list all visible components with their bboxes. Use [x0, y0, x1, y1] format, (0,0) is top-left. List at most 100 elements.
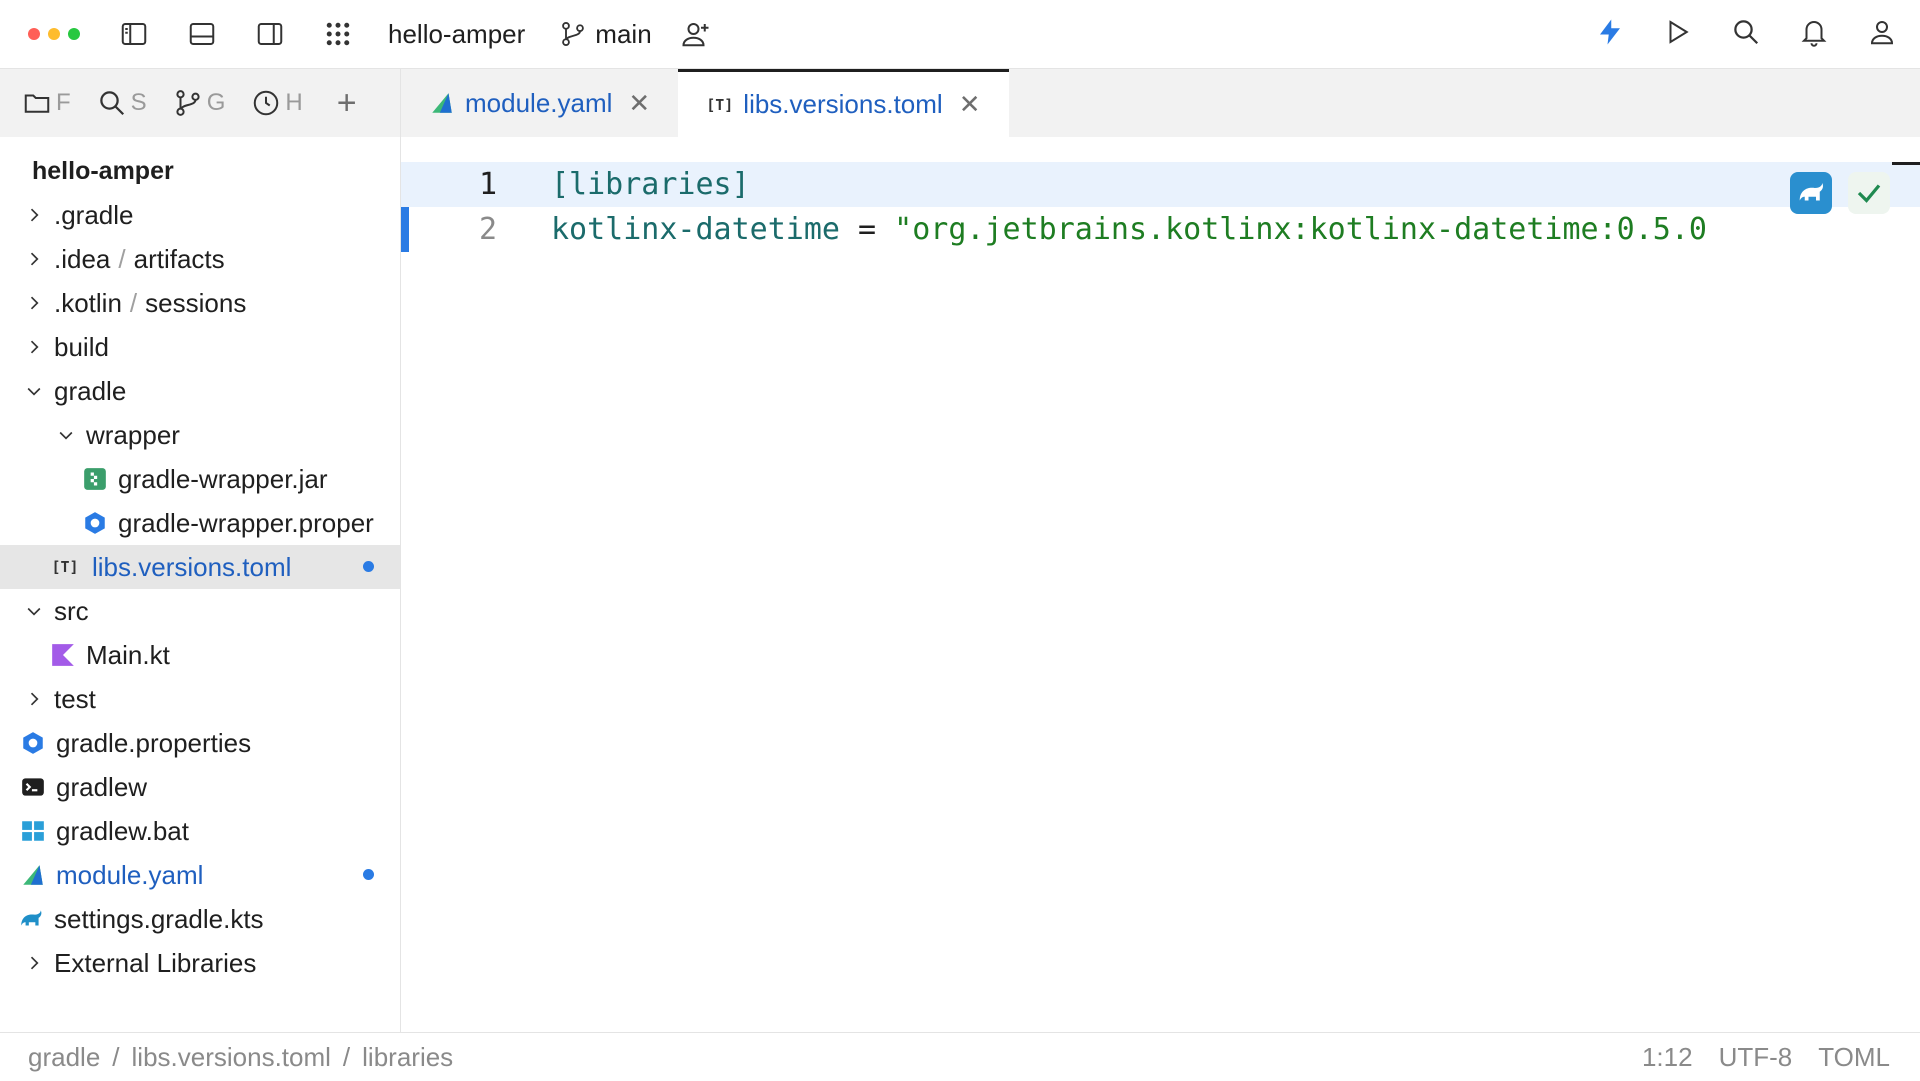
chevron-right-icon[interactable] [22, 335, 46, 359]
tree-item-test[interactable]: test [0, 677, 400, 721]
close-window-button[interactable] [28, 28, 40, 40]
branch-icon [562, 21, 585, 47]
tree-item-dot-gradle[interactable]: .gradle [0, 193, 400, 237]
properties-icon [20, 730, 46, 756]
chevron-right-icon[interactable] [22, 291, 46, 315]
cursor-position[interactable]: 1:12 [1642, 1042, 1693, 1073]
properties-icon [82, 510, 108, 536]
status-bar: gradle / libs.versions.toml / libraries … [0, 1032, 1920, 1081]
breadcrumb: gradle / libs.versions.toml / libraries [28, 1042, 453, 1073]
lightning-icon[interactable] [1592, 14, 1628, 50]
scrollbar-marker[interactable] [1892, 162, 1920, 165]
chevron-down-icon[interactable] [22, 379, 46, 403]
tree-item-settings-gradle-kts[interactable]: settings.gradle.kts [0, 897, 400, 941]
tree-item-wrapper[interactable]: wrapper [0, 413, 400, 457]
project-tree: hello-amper .gradle .idea / artifacts .kot… [0, 149, 400, 985]
history-icon [254, 90, 279, 116]
window-controls [28, 28, 80, 40]
breadcrumb-separator: / [112, 1041, 120, 1072]
line-number: 2 [478, 212, 497, 247]
tree-item-gradlew[interactable]: gradlew [0, 765, 400, 809]
chevron-down-icon[interactable] [22, 599, 46, 623]
folder-icon [24, 94, 50, 113]
chevron-down-icon[interactable] [54, 423, 78, 447]
search-icon [99, 91, 124, 116]
amper-icon [20, 862, 46, 888]
sidebar-tab-search[interactable]: S [97, 88, 147, 118]
sidebar-tab-history[interactable]: H [251, 88, 303, 118]
user-icon[interactable] [1864, 14, 1900, 50]
search-icon[interactable] [1728, 14, 1764, 50]
title-bar: hello-amper main [0, 0, 1920, 69]
branch-name: main [595, 18, 652, 49]
gradle-sync-icon[interactable] [1790, 172, 1832, 214]
code-line[interactable]: 2 kotlinx-datetime = "org.jetbrains.kotl… [401, 207, 1920, 252]
editor-inspection-badges [1790, 172, 1890, 214]
sidebar-tab-files[interactable]: F [22, 88, 71, 118]
sidebar-right-icon[interactable] [252, 16, 288, 52]
gradle-elephant-icon [18, 906, 44, 932]
chevron-right-icon[interactable] [22, 687, 46, 711]
code-text: [libraries] [551, 167, 750, 202]
file-language[interactable]: TOML [1818, 1042, 1890, 1073]
tree-item-gradlew-bat[interactable]: gradlew.bat [0, 809, 400, 853]
add-user-icon[interactable] [678, 16, 714, 52]
sidebar-tabs: F S G H + [0, 69, 400, 137]
grid-icon[interactable] [320, 16, 356, 52]
bell-icon[interactable] [1796, 14, 1832, 50]
tree-item-dot-idea[interactable]: .idea / artifacts [0, 237, 400, 281]
chevron-right-icon[interactable] [22, 247, 46, 271]
kotlin-icon [50, 642, 76, 668]
tree-item-dot-kotlin[interactable]: .kotlin / sessions [0, 281, 400, 325]
run-icon[interactable] [1660, 14, 1696, 50]
line-number: 1 [478, 167, 497, 202]
chevron-right-icon[interactable] [22, 203, 46, 227]
modified-dot [363, 869, 374, 880]
branch-selector[interactable]: main [559, 18, 652, 50]
toml-icon: [T] [51, 558, 79, 576]
editor-tab-libs-versions-toml[interactable]: [T] libs.versions.toml ✕ [678, 69, 1009, 137]
check-icon[interactable] [1848, 172, 1890, 214]
editor-tab-bar: module.yaml ✕ [T] libs.versions.toml ✕ [401, 69, 1920, 137]
tree-item-external-libraries[interactable]: External Libraries [0, 941, 400, 985]
terminal-icon [20, 774, 46, 800]
file-encoding[interactable]: UTF-8 [1719, 1042, 1793, 1073]
tree-root[interactable]: hello-amper [0, 149, 400, 193]
toml-equals: = [839, 212, 895, 247]
amper-icon [432, 93, 452, 113]
zoom-window-button[interactable] [68, 28, 80, 40]
project-name[interactable]: hello-amper [388, 19, 525, 50]
jar-icon [82, 466, 108, 492]
sidebar-tab-git[interactable]: G [173, 88, 225, 118]
git-icon [176, 90, 200, 116]
tree-item-src[interactable]: src [0, 589, 400, 633]
breadcrumb-item[interactable]: gradle [28, 1042, 100, 1073]
tree-item-module-yaml[interactable]: module.yaml [0, 853, 400, 897]
tree-item-libs-versions-toml[interactable]: [T] libs.versions.toml [0, 545, 400, 589]
tree-item-build[interactable]: build [0, 325, 400, 369]
tree-item-gradle-wrapper-jar[interactable]: gradle-wrapper.jar [0, 457, 400, 501]
breadcrumb-item[interactable]: libraries [362, 1042, 453, 1073]
code-line[interactable]: 1 [libraries] [401, 162, 1920, 207]
close-icon[interactable]: ✕ [959, 89, 981, 120]
panel-bottom-icon[interactable] [184, 16, 220, 52]
code-editor[interactable]: 1 [libraries] 2 kotlinx-datetime = "org.… [401, 138, 1920, 1032]
breadcrumb-separator: / [342, 1041, 351, 1072]
sidebar-left-icon[interactable] [116, 16, 152, 52]
editor-tab-module-yaml[interactable]: module.yaml ✕ [401, 69, 678, 137]
breadcrumb-item[interactable]: libs.versions.toml [132, 1042, 331, 1073]
close-icon[interactable]: ✕ [628, 88, 650, 119]
chevron-right-icon[interactable] [22, 951, 46, 975]
tree-item-gradle[interactable]: gradle [0, 369, 400, 413]
toml-icon: [T] [706, 95, 734, 114]
minimize-window-button[interactable] [48, 28, 60, 40]
tree-item-gradle-wrapper-properties[interactable]: gradle-wrapper.proper [0, 501, 400, 545]
modified-dot [363, 561, 374, 572]
toml-key: kotlinx-datetime [551, 212, 840, 247]
add-tab-icon[interactable]: + [337, 84, 357, 123]
tree-item-gradle-properties[interactable]: gradle.properties [0, 721, 400, 765]
windows-icon [20, 818, 46, 844]
tree-item-main-kt[interactable]: Main.kt [0, 633, 400, 677]
project-sidebar: F S G H + hello-amper .gradle .idea / arti… [0, 69, 401, 1032]
toml-value: "org.jetbrains.kotlinx:kotlinx-datetime:… [894, 212, 1707, 247]
